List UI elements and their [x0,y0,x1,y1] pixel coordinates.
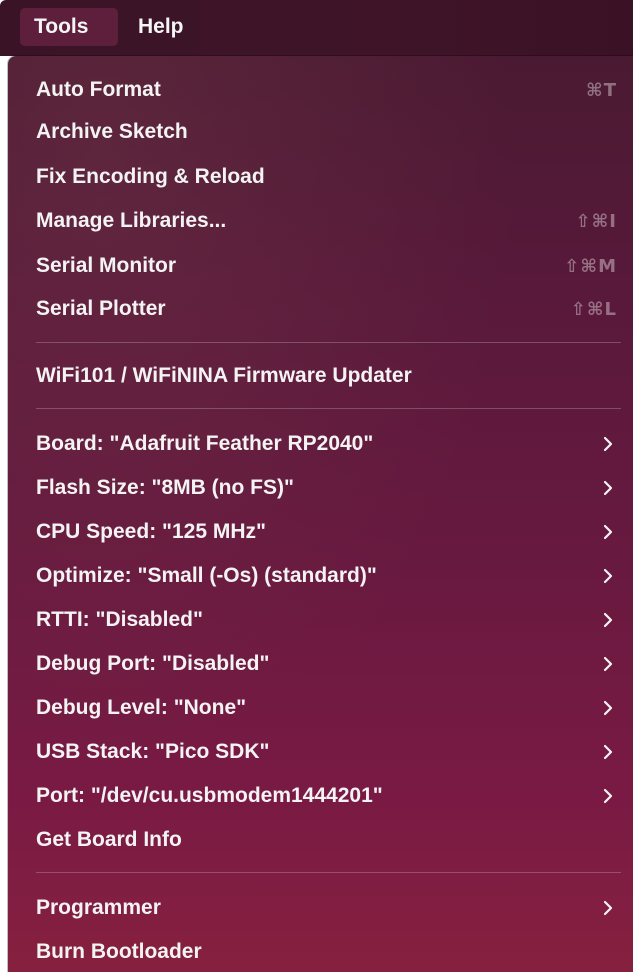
chevron-right-icon [603,700,613,716]
menu-item-label: Burn Bootloader [36,940,202,963]
menu-item-label: CPU Speed: "125 MHz" [36,520,266,543]
menu-item-firmware-updater[interactable]: WiFi101 / WiFiNINA Firmware Updater [8,356,633,396]
menu-item-label: Optimize: "Small (-Os) (standard)" [36,564,377,587]
chevron-right-icon [603,612,613,628]
menu-item-label: RTTI: "Disabled" [36,608,203,631]
menu-item-debug-port[interactable]: Debug Port: "Disabled" [8,644,633,684]
menu-item-label: Board: "Adafruit Feather RP2040" [36,432,374,455]
menu-item-get-board-info[interactable]: Get Board Info [8,820,633,860]
menu-item-label: Fix Encoding & Reload [36,165,265,188]
menu-separator [36,872,621,873]
menu-item-label: Serial Plotter [36,297,166,320]
menu-item-fix-encoding[interactable]: Fix Encoding & Reload [8,157,633,197]
menu-item-manage-libraries[interactable]: Manage Libraries... ⇧⌘I [8,201,633,241]
tools-dropdown-menu: Auto Format ⌘T Archive Sketch Fix Encodi… [8,56,633,972]
chevron-right-icon [603,900,613,916]
menu-item-label: USB Stack: "Pico SDK" [36,740,270,763]
menu-item-archive-sketch[interactable]: Archive Sketch [8,112,633,152]
chevron-right-icon [603,744,613,760]
menu-item-label: Port: "/dev/cu.usbmodem1444201" [36,784,383,807]
menu-item-label: Serial Monitor [36,254,177,277]
menu-item-cpu-speed[interactable]: CPU Speed: "125 MHz" [8,512,633,552]
menu-item-label: Debug Level: "None" [36,696,247,719]
chevron-right-icon [603,480,613,496]
menu-item-label: Flash Size: "8MB (no FS)" [36,476,294,499]
menu-item-label: WiFi101 / WiFiNINA Firmware Updater [36,364,412,387]
menu-separator [36,342,621,343]
shortcut-label: ⇧⌘M [564,255,617,277]
chevron-right-icon [603,656,613,672]
menu-item-serial-monitor[interactable]: Serial Monitor ⇧⌘M [8,246,633,286]
menu-item-label: Programmer [36,896,161,919]
menu-item-flash-size[interactable]: Flash Size: "8MB (no FS)" [8,468,633,508]
menu-item-burn-bootloader[interactable]: Burn Bootloader [8,932,633,972]
menu-item-label: Manage Libraries... [36,209,227,232]
shortcut-label: ⇧⌘L [570,298,617,320]
menu-item-rtti[interactable]: RTTI: "Disabled" [8,600,633,640]
menu-item-serial-plotter[interactable]: Serial Plotter ⇧⌘L [8,289,633,329]
menu-item-port[interactable]: Port: "/dev/cu.usbmodem1444201" [8,776,633,816]
menu-item-usb-stack[interactable]: USB Stack: "Pico SDK" [8,732,633,772]
menu-item-programmer[interactable]: Programmer [8,888,633,928]
menubar-help[interactable]: Help [128,8,194,46]
menu-item-label: Auto Format [36,78,161,101]
shortcut-label: ⌘T [586,79,617,101]
menu-item-auto-format[interactable]: Auto Format ⌘T [8,70,633,110]
menu-item-debug-level[interactable]: Debug Level: "None" [8,688,633,728]
chevron-right-icon [603,568,613,584]
chevron-right-icon [603,524,613,540]
chevron-right-icon [603,436,613,452]
menu-separator [36,408,621,409]
menu-item-label: Debug Port: "Disabled" [36,652,270,675]
menu-item-optimize[interactable]: Optimize: "Small (-Os) (standard)" [8,556,633,596]
menu-bar: Tools Help [0,0,633,56]
chevron-right-icon [603,788,613,804]
menu-item-board[interactable]: Board: "Adafruit Feather RP2040" [8,424,633,464]
menu-item-label: Archive Sketch [36,120,188,143]
menu-item-label: Get Board Info [36,828,182,851]
shortcut-label: ⇧⌘I [575,210,617,232]
menubar-tools[interactable]: Tools [20,8,118,46]
